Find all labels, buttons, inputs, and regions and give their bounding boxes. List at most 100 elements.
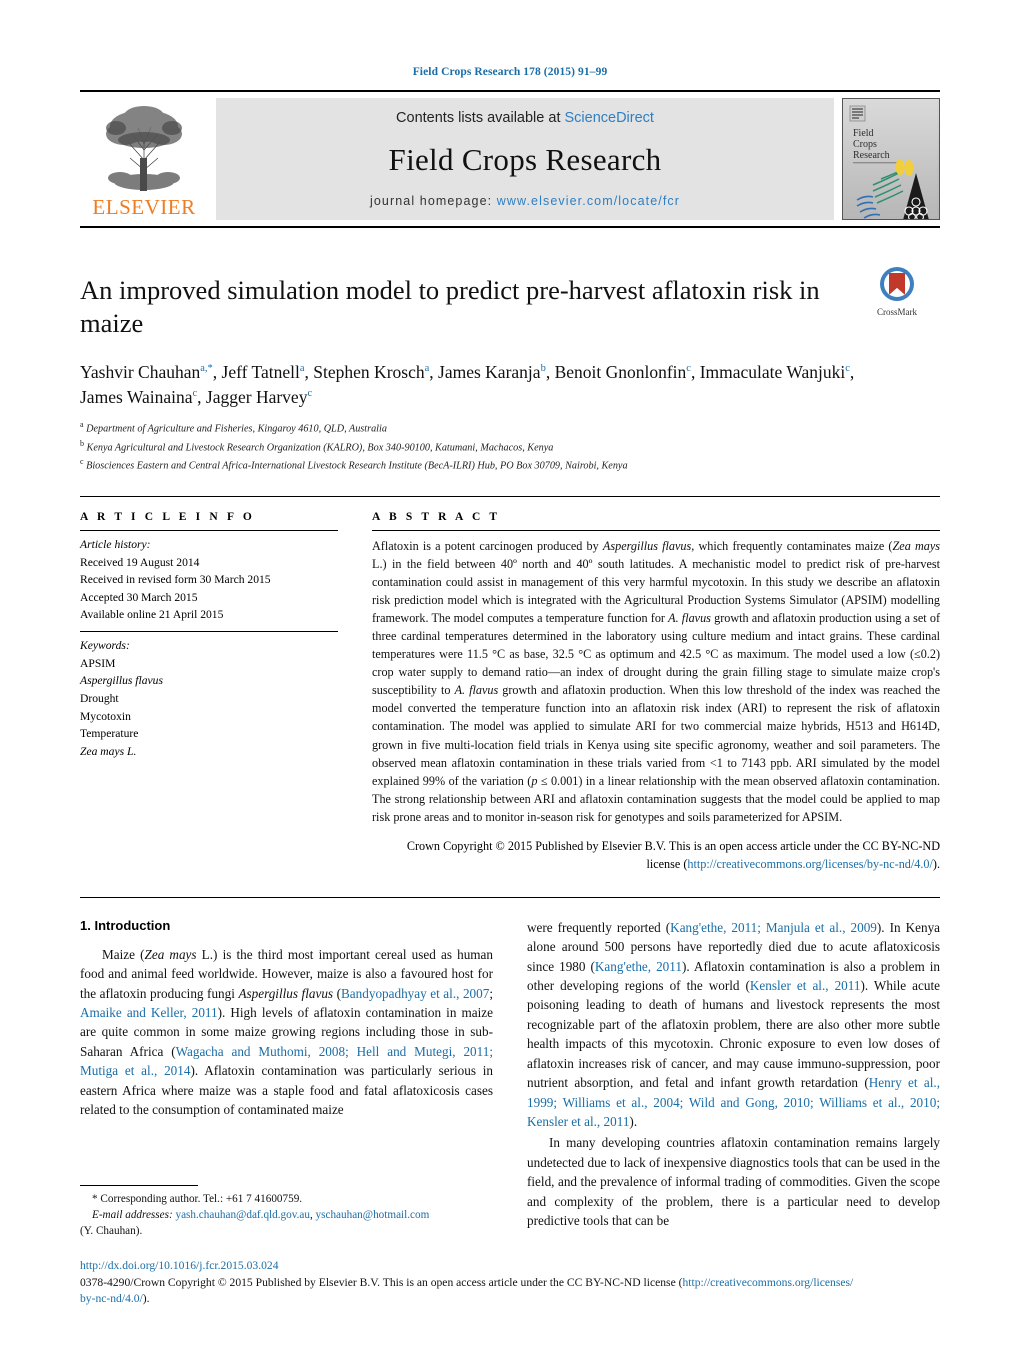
species-name: Zea mays [892, 539, 941, 554]
corresponding-author-note: * Corresponding author. Tel.: +61 7 4160… [80, 1191, 493, 1240]
history-item: Accepted 30 March 2015 [80, 590, 198, 604]
issn-copyright-line: 0378-4290/Crown Copyright © 2015 Publish… [80, 1275, 960, 1292]
history-item: Received 19 August 2014 [80, 555, 200, 569]
license-close: ). [142, 1292, 150, 1306]
abstract-text: Aflatoxin is a potent carcinogen produce… [372, 531, 940, 826]
masthead-center: Contents lists available at ScienceDirec… [216, 98, 834, 220]
citation-link[interactable]: Bandyopadhyay et al., 2007 [341, 986, 489, 1001]
email-link-primary[interactable]: yash.chauhan@daf.qld.gov.au [175, 1209, 309, 1221]
history-item: Available online 21 April 2015 [80, 608, 224, 622]
intro-paragraph-right-1: were frequently reported (Kang'ethe, 201… [527, 918, 940, 1131]
section-heading-introduction: 1. Introduction [80, 917, 171, 933]
license-link[interactable]: http://creativecommons.org/licenses/by-n… [687, 857, 933, 871]
author-affiliation-marker[interactable]: c [686, 363, 691, 374]
author-affiliation-marker[interactable]: a [300, 363, 305, 374]
species-name: Aspergillus flavus [602, 539, 692, 554]
homepage-prefix: journal homepage: [369, 194, 497, 208]
keyword-item: Zea mays L. [80, 744, 137, 758]
elsevier-logo: ELSEVIER [80, 98, 208, 220]
contents-prefix: Contents lists available at [396, 110, 565, 126]
author-name: Jeff Tatnell [221, 361, 300, 382]
text-fragment: ). While acute poisoning leading to deat… [527, 978, 940, 1091]
author-affiliation-marker[interactable]: b [541, 363, 546, 374]
crossmark-badge[interactable]: CrossMark [854, 266, 940, 317]
author-affiliation-marker[interactable]: a [425, 363, 430, 374]
keyword-item: Temperature [80, 727, 139, 741]
author-affiliation-marker[interactable]: c [845, 363, 850, 374]
text-fragment: were frequently reported ( [527, 919, 671, 935]
info-abstract-section: A R T I C L E I N F O Article history: R… [80, 496, 940, 873]
author-list: Yashvir Chauhana,*, Jeff Tatnella, Steph… [80, 361, 855, 407]
author-name: Benoit Gnonlonfin [554, 361, 687, 382]
affiliation-text: Biosciences Eastern and Central Africa-I… [86, 460, 628, 472]
citation-link[interactable]: Kang'ethe, 2011; Manjula et al., 2009 [670, 920, 877, 935]
author-name: James Wainaina [80, 386, 193, 407]
text-fragment: ; [489, 985, 493, 1001]
keywords-group: Keywords: APSIM Aspergillus flavus Droug… [80, 632, 338, 767]
species-name: Aspergillus flavus [238, 985, 334, 1001]
article-info-column: A R T I C L E I N F O Article history: R… [80, 511, 338, 873]
affiliation-item: c Biosciences Eastern and Central Africa… [80, 456, 940, 474]
doi-link[interactable]: http://dx.doi.org/10.1016/j.fcr.2015.03.… [80, 1258, 960, 1275]
citation-link[interactable]: Amaike and Keller, 2011 [80, 1005, 218, 1020]
affiliation-marker: c [80, 456, 84, 466]
author-affiliation-marker[interactable]: c [307, 388, 312, 399]
affiliation-item: a Department of Agriculture and Fisherie… [80, 419, 940, 437]
body-columns: 1. Introduction Maize (Zea mays L.) is t… [80, 896, 940, 1233]
intro-paragraph-right-2: In many developing countries aflatoxin c… [527, 1135, 940, 1228]
abstract-copyright: Crown Copyright © 2015 Published by Else… [372, 837, 940, 873]
email-owner: (Y. Chauhan). [80, 1225, 143, 1238]
footnote-divider [80, 1185, 198, 1186]
affiliation-marker: a [80, 420, 84, 430]
author-name: James Karanja [438, 361, 541, 382]
license-link-part1[interactable]: http://creativecommons.org/licenses/ [682, 1276, 853, 1289]
crossmark-icon [880, 267, 914, 301]
abstract-column: A B S T R A C T Aflatoxin is a potent ca… [372, 511, 940, 873]
keyword-item: APSIM [80, 656, 116, 670]
journal-cover-art: Field Crops Research [843, 99, 937, 219]
license-line-2: by-nc-nd/4.0/). [80, 1291, 960, 1308]
citation-link[interactable]: Kensler et al., 2011 [750, 978, 861, 993]
svg-text:Field: Field [853, 128, 874, 139]
contents-available-line: Contents lists available at ScienceDirec… [396, 110, 654, 126]
email-label: E-mail addresses: [92, 1209, 173, 1222]
footnote-block: * Corresponding author. Tel.: +61 7 4160… [80, 1185, 493, 1240]
text-fragment: ). [629, 1113, 638, 1129]
abstract-fragment: growth and aflatoxin production. When th… [372, 683, 941, 788]
affiliation-item: b Kenya Agricultural and Livestock Resea… [80, 438, 940, 456]
author-affiliation-marker[interactable]: c [192, 388, 197, 399]
journal-cover-thumbnail: Field Crops Research [842, 98, 940, 220]
author-affiliation-marker[interactable]: a,* [200, 363, 213, 374]
author-name: Stephen Krosch [313, 361, 425, 382]
sciencedirect-link[interactable]: ScienceDirect [565, 110, 654, 126]
running-head: Field Crops Research 178 (2015) 91–99 [412, 66, 608, 78]
svg-text:Crops: Crops [853, 139, 877, 150]
keyword-item: Drought [80, 691, 119, 705]
article-history-group: Article history: Received 19 August 2014… [80, 531, 338, 631]
svg-text:Research: Research [853, 150, 890, 161]
body-column-right: were frequently reported (Kang'ethe, 201… [527, 918, 940, 1233]
abstract-heading: A B S T R A C T [372, 511, 501, 524]
author-name: Yashvir Chauhan [80, 361, 201, 382]
doi-license-block: http://dx.doi.org/10.1016/j.fcr.2015.03.… [80, 1258, 960, 1308]
author-name: Immaculate Wanjuki [699, 361, 846, 382]
elsevier-tree-icon [106, 106, 182, 191]
title-block: An improved simulation model to predict … [80, 267, 940, 474]
journal-homepage-line: journal homepage: www.elsevier.com/locat… [370, 194, 680, 208]
affiliation-marker: b [80, 438, 84, 448]
homepage-url-link[interactable]: www.elsevier.com/locate/fcr [497, 194, 680, 208]
journal-title: Field Crops Research [388, 142, 662, 177]
journal-masthead: ELSEVIER Contents lists available at Sci… [80, 90, 940, 228]
keywords-label: Keywords: [80, 639, 130, 653]
author-name: Jagger Harvey [205, 386, 308, 407]
license-link-part2[interactable]: by-nc-nd/4.0/ [80, 1292, 143, 1305]
email-line: E-mail addresses: yash.chauhan@daf.qld.g… [80, 1207, 493, 1223]
text-fragment: ( [333, 985, 342, 1001]
corresponding-author-text: * Corresponding author. Tel.: +61 7 4160… [92, 1193, 303, 1205]
email-link-secondary[interactable]: yschauhan@hotmail.com [316, 1209, 430, 1221]
citation-link[interactable]: Kang'ethe, 2011 [595, 959, 682, 974]
affiliation-list: a Department of Agriculture and Fisherie… [80, 419, 940, 474]
crossmark-label: CrossMark [877, 307, 917, 317]
species-name: A. flavus [668, 611, 711, 626]
article-info-heading: A R T I C L E I N F O [80, 511, 255, 524]
